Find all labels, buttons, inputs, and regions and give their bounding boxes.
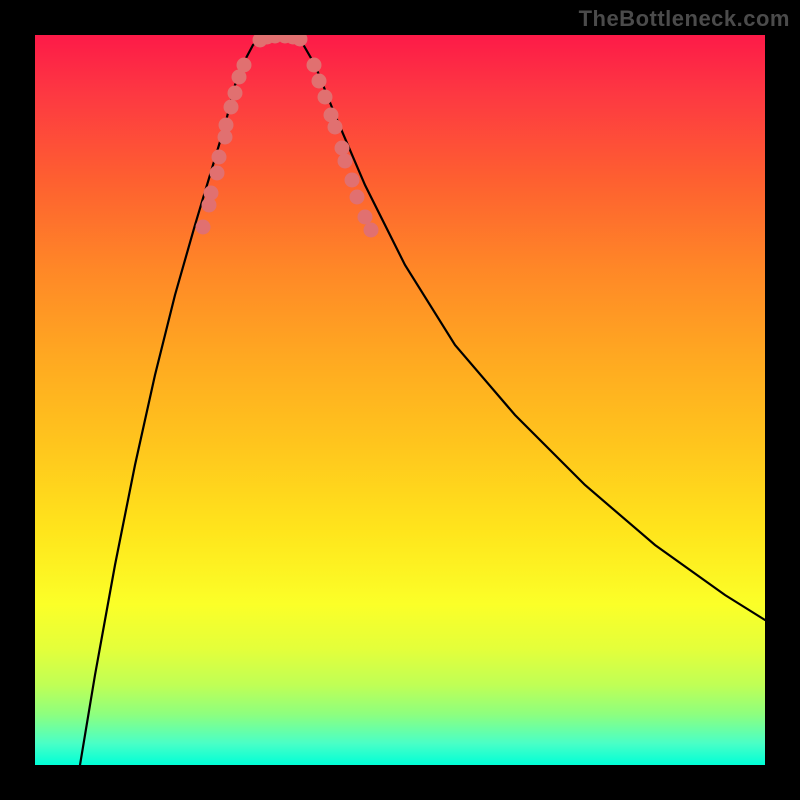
scatter-dot: [350, 190, 365, 205]
chart-frame: TheBottleneck.com: [0, 0, 800, 800]
scatter-dot: [228, 86, 243, 101]
scatter-dot: [307, 58, 322, 73]
scatter-dot: [338, 154, 353, 169]
scatter-dot: [335, 141, 350, 156]
curve-right-arm: [300, 39, 765, 620]
scatter-dot: [212, 150, 227, 165]
scatter-group: [196, 35, 379, 238]
scatter-dot: [318, 90, 333, 105]
scatter-dot: [345, 173, 360, 188]
scatter-dot: [210, 166, 225, 181]
scatter-dot: [224, 100, 239, 115]
plot-area: [35, 35, 765, 765]
chart-svg: [35, 35, 765, 765]
watermark-text: TheBottleneck.com: [579, 6, 790, 32]
scatter-dot: [237, 58, 252, 73]
scatter-dot: [293, 35, 308, 47]
scatter-dot: [312, 74, 327, 89]
scatter-dot: [358, 210, 373, 225]
scatter-dot: [219, 118, 234, 133]
scatter-dot: [328, 120, 343, 135]
scatter-dot: [364, 223, 379, 238]
scatter-dot: [196, 220, 211, 235]
scatter-dot: [204, 186, 219, 201]
curve-left-arm: [80, 39, 260, 765]
